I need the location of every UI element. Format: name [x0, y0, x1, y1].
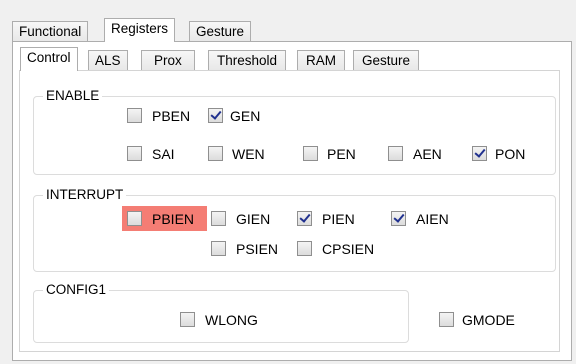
wen-label: WEN: [232, 146, 265, 162]
tab-threshold[interactable]: Threshold: [208, 50, 287, 72]
enable-group: [33, 96, 556, 175]
pben-label: PBEN: [152, 108, 191, 124]
gen-checkbox[interactable]: [208, 108, 223, 123]
pben-checkbox[interactable]: [127, 108, 142, 123]
interrupt-group: [33, 195, 556, 272]
gmode-label: GMODE: [462, 312, 515, 328]
gmode-checkbox[interactable]: [439, 312, 454, 327]
cpsien-label: CPSIEN: [322, 241, 375, 257]
enable-group-title: ENABLE: [43, 88, 103, 104]
pon-label: PON: [495, 146, 526, 162]
pbien-label: PBIEN: [152, 211, 195, 227]
config1-group-title: CONFIG1: [43, 282, 110, 298]
pien-label: PIEN: [322, 211, 355, 227]
aien-checkbox[interactable]: [391, 211, 406, 226]
tab-ram[interactable]: RAM: [297, 50, 345, 72]
tab-prox[interactable]: Prox: [141, 50, 195, 72]
pon-checkbox[interactable]: [472, 146, 487, 161]
aen-checkbox[interactable]: [388, 146, 403, 161]
pbien-checkbox[interactable]: [127, 211, 142, 226]
gien-label: GIEN: [236, 211, 271, 227]
wlong-label: WLONG: [205, 312, 258, 328]
pen-checkbox[interactable]: [303, 146, 318, 161]
tab-als[interactable]: ALS: [88, 50, 128, 72]
sai-checkbox[interactable]: [127, 146, 142, 161]
psien-checkbox[interactable]: [211, 241, 226, 256]
tab-functional[interactable]: Functional: [12, 21, 89, 43]
psien-label: PSIEN: [236, 241, 279, 257]
cpsien-checkbox[interactable]: [297, 241, 312, 256]
pen-label: PEN: [327, 146, 356, 162]
pien-checkbox[interactable]: [297, 211, 312, 226]
tab-gesture[interactable]: Gesture: [189, 21, 252, 43]
aien-label: AIEN: [416, 211, 449, 227]
wlong-checkbox[interactable]: [180, 312, 195, 327]
interrupt-group-title: INTERRUPT: [43, 187, 127, 203]
gen-label: GEN: [230, 108, 261, 124]
tab-control[interactable]: Control: [20, 47, 78, 71]
tab-registers[interactable]: Registers: [104, 18, 176, 42]
sai-label: SAI: [152, 146, 175, 162]
aen-label: AEN: [413, 146, 442, 162]
tab-gesture-inner[interactable]: Gesture: [353, 50, 420, 72]
wen-checkbox[interactable]: [208, 146, 223, 161]
gien-checkbox[interactable]: [211, 211, 226, 226]
